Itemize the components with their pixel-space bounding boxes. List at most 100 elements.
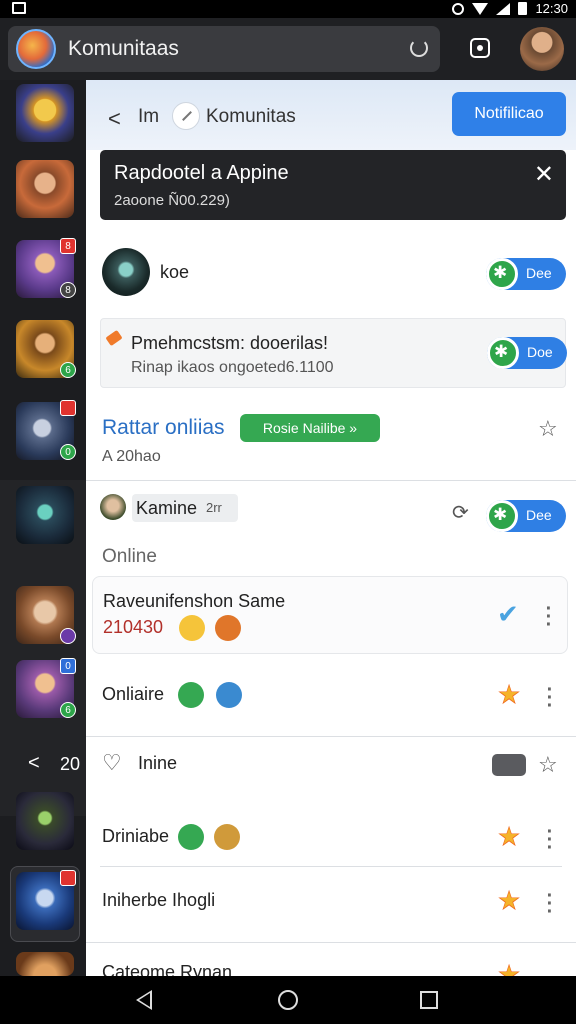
chat-icon[interactable] <box>470 38 490 58</box>
gallery-icon <box>12 2 26 14</box>
member-row[interactable]: Cateome Rynan ★ <box>86 958 576 977</box>
notice-card[interactable]: Pmehmcstsm: dooerilas! Rinap ikaos ongoe… <box>100 318 567 388</box>
member-row[interactable]: Onliaire ★ ··· <box>86 668 576 724</box>
member-name: Cateome Rynan <box>102 962 233 976</box>
member-name: Kamine <box>136 498 198 518</box>
notice-subtitle: Rinap ikaos ongoeted6.1100 <box>131 359 334 376</box>
member-avatar <box>102 248 150 296</box>
toggle-label: Dee <box>526 265 552 281</box>
star-outline-icon[interactable]: ☆ <box>538 416 558 442</box>
panel-header: < Im Komunitas Notifilicao <box>86 80 576 150</box>
status-icon <box>178 824 204 850</box>
member-row[interactable]: koe Dee <box>86 240 576 320</box>
heart-icon[interactable]: ♡ <box>102 750 122 776</box>
member-name: Driniabe <box>102 826 170 846</box>
app-title: Komunitaas <box>68 37 179 60</box>
community-search-bar[interactable]: Komunitaas <box>8 26 440 72</box>
rail-badge <box>60 628 76 644</box>
more-options-icon[interactable]: · · · <box>546 886 554 922</box>
member-toggle[interactable]: Dee <box>486 500 566 532</box>
rail-badge: 8 <box>60 282 76 298</box>
rail-badge: 0 <box>60 444 76 460</box>
member-row[interactable]: Kamine 2rr ⟳ Dee <box>86 488 576 538</box>
notification-toast: Rapdootel a Appine 2aoone Ñ00.229) ✕ <box>100 150 566 220</box>
rail-community-7[interactable] <box>16 586 76 644</box>
toggle-knob-icon <box>486 258 518 290</box>
member-name: Iniherbe Ihogli <box>102 890 216 910</box>
rail-community-10[interactable] <box>16 870 76 930</box>
emoji-icon <box>216 682 242 708</box>
rail-community-8[interactable]: 0 6 <box>16 658 76 718</box>
notifications-button[interactable]: Notifilicao <box>452 92 566 136</box>
toggle-knob-icon <box>487 337 519 369</box>
favorite-star-icon[interactable]: ★ <box>494 886 524 916</box>
refresh-icon[interactable] <box>410 39 428 57</box>
more-options-icon[interactable]: · · · <box>545 599 553 635</box>
game-card[interactable]: Raveunifenshon Same 210430 ✔ · · · <box>92 576 568 654</box>
community-rail: 8 8 6 0 0 6 < 20 <box>0 80 90 976</box>
notice-toggle[interactable]: Doe <box>487 337 567 369</box>
favorite-star-icon[interactable]: ★ <box>494 680 524 710</box>
rail-community-1[interactable] <box>16 84 74 142</box>
more-options-icon[interactable]: · · · <box>546 680 554 716</box>
member-toggle[interactable]: Dee <box>486 258 566 290</box>
toast-subtitle: 2aoone Ñ00.229) <box>114 192 230 209</box>
app-screen: 12:30 Komunitaas 8 8 6 0 0 6 < 20 < Im K… <box>0 0 576 1024</box>
rail-community-3[interactable]: 8 8 <box>16 238 76 298</box>
rail-back-count: 20 <box>60 754 81 774</box>
close-icon[interactable]: ✕ <box>534 160 554 189</box>
toast-title: Rapdootel a Appine <box>114 162 289 184</box>
online-header: Online <box>102 546 157 567</box>
favorite-star-icon[interactable]: ★ <box>494 960 524 977</box>
status-icon <box>178 682 204 708</box>
status-icons: 12:30 <box>452 1 568 16</box>
rail-community-2[interactable] <box>16 160 74 218</box>
emoji-icon <box>214 824 240 850</box>
member-row[interactable]: Driniabe ★ ··· <box>86 810 576 866</box>
divider <box>86 736 576 737</box>
rail-badge: 6 <box>60 362 76 378</box>
community-panel: < Im Komunitas Notifilicao Rapdootel a A… <box>86 80 576 976</box>
nav-recents-icon[interactable] <box>420 991 438 1009</box>
rail-community-11[interactable] <box>16 952 74 976</box>
star-outline-icon[interactable]: ☆ <box>538 752 558 778</box>
nav-back-icon[interactable] <box>136 990 152 1010</box>
rail-community-6[interactable] <box>16 486 74 544</box>
rail-community-9[interactable] <box>16 792 74 850</box>
profile-avatar[interactable] <box>520 27 564 71</box>
member-row[interactable]: ♡ Inine ☆ <box>86 744 576 784</box>
sync-icon[interactable]: ⟳ <box>452 500 469 525</box>
toggle-label: Dee <box>526 507 552 523</box>
divider <box>86 942 576 943</box>
signal-icon <box>496 2 511 15</box>
rail-badge: 6 <box>60 702 76 718</box>
rail-community-5[interactable]: 0 <box>16 400 76 460</box>
section-block: Rattar onliias Rosie Nailibe » ☆ A 20hao <box>86 406 576 478</box>
nav-home-icon[interactable] <box>278 990 298 1010</box>
rail-badge-top <box>60 400 76 416</box>
pencil-icon <box>105 329 123 347</box>
emoji-icon <box>215 615 241 641</box>
game-number: 210430 <box>103 617 164 637</box>
member-name: koe <box>160 262 190 282</box>
compass-icon[interactable] <box>172 102 200 130</box>
battery-icon <box>518 2 528 15</box>
rail-back-arrow-icon[interactable]: < <box>28 752 40 775</box>
check-icon[interactable]: ✔ <box>497 599 519 630</box>
toggle-off-icon[interactable] <box>492 754 526 776</box>
favorite-star-icon[interactable]: ★ <box>494 822 524 852</box>
system-nav-bar <box>0 976 576 1024</box>
member-row[interactable]: Iniherbe Ihogli ★ ··· <box>86 876 576 926</box>
section-pill[interactable]: Rosie Nailibe » <box>240 414 380 442</box>
app-logo <box>16 29 56 69</box>
top-app-bar: Komunitaas <box>0 18 576 80</box>
back-arrow-icon[interactable]: < <box>108 106 121 132</box>
clock: 12:30 <box>535 1 568 16</box>
rail-badge-top: 8 <box>60 238 76 254</box>
member-tag: 2rr <box>206 500 222 515</box>
rail-community-4[interactable]: 6 <box>16 320 76 378</box>
section-count: A 20hao <box>102 448 161 465</box>
more-options-icon[interactable]: · · · <box>546 822 554 858</box>
member-name: Onliaire <box>102 684 165 704</box>
section-title: Rattar onliias <box>102 416 225 439</box>
